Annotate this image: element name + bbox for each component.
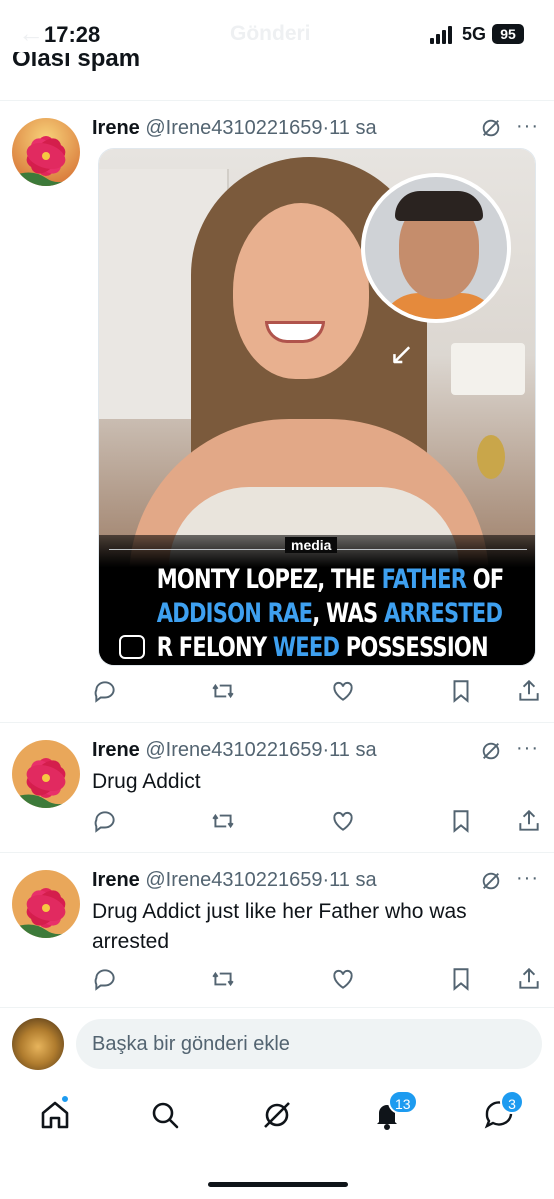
like-icon[interactable] xyxy=(330,678,356,704)
home-icon[interactable] xyxy=(38,1094,72,1132)
more-options-icon[interactable]: ··· xyxy=(516,737,539,760)
share-icon[interactable] xyxy=(516,808,542,834)
media-lamp-base xyxy=(477,435,505,479)
divider xyxy=(0,100,554,101)
media-inset-portrait xyxy=(361,173,511,323)
repost-icon[interactable] xyxy=(210,678,236,704)
reply-icon[interactable] xyxy=(92,966,118,992)
network-type: 5G xyxy=(462,24,487,44)
post-actions xyxy=(92,808,542,838)
repost-icon[interactable] xyxy=(210,966,236,992)
home-notification-dot xyxy=(60,1094,70,1104)
post-time: 11 sa xyxy=(329,117,377,139)
avatar[interactable] xyxy=(12,118,80,186)
post-time: 11 sa xyxy=(329,869,377,891)
grok-icon[interactable] xyxy=(480,117,502,139)
headline-highlight: ADDISON RAE xyxy=(156,598,313,629)
media-person-face xyxy=(233,203,369,379)
bottom-tab-bar: 13 3 xyxy=(0,1086,554,1156)
like-icon[interactable] xyxy=(330,808,356,834)
messages-badge: 3 xyxy=(500,1090,524,1114)
author-handle[interactable]: @Irene4310221659 xyxy=(145,117,322,139)
media-brand: media xyxy=(285,537,338,553)
home-indicator xyxy=(208,1182,348,1187)
battery-level: 95 xyxy=(492,24,524,44)
media-headline: MONTY LOPEZ, THE FATHER OF ADDISON RAE, … xyxy=(156,563,504,665)
divider xyxy=(0,852,554,853)
share-icon[interactable] xyxy=(516,678,542,704)
inset-hair xyxy=(395,191,483,221)
media-caption: media MONTY LOPEZ, THE FATHER OF ADDISON… xyxy=(99,535,535,665)
grok-icon[interactable] xyxy=(480,870,502,892)
author-name[interactable]: Irene xyxy=(92,869,140,891)
author-name[interactable]: Irene xyxy=(92,739,140,761)
bell-icon[interactable]: 13 xyxy=(370,1090,418,1132)
post-media-image[interactable]: ↙ media MONTY LOPEZ, THE FATHER OF ADDIS… xyxy=(98,148,536,666)
more-options-icon[interactable]: ··· xyxy=(516,115,539,138)
media-lamp xyxy=(451,343,525,395)
compose-bar: Başka bir gönderi ekle xyxy=(0,1008,554,1086)
author-handle[interactable]: @Irene4310221659 xyxy=(145,869,322,891)
reply-icon[interactable] xyxy=(92,808,118,834)
lens-icon[interactable] xyxy=(119,635,145,659)
status-time: 17:28 xyxy=(44,22,101,47)
messages-icon[interactable]: 3 xyxy=(482,1090,524,1132)
post-header: Irene @Irene4310221659·11 sa xyxy=(92,869,377,892)
search-icon[interactable] xyxy=(148,1098,182,1132)
back-arrow-icon[interactable]: ← xyxy=(18,18,44,49)
more-options-icon[interactable]: ··· xyxy=(516,867,539,890)
headline-highlight: WEED xyxy=(272,632,340,663)
author-handle[interactable]: @Irene4310221659 xyxy=(145,739,322,761)
headline-text: R FELONY xyxy=(156,632,273,663)
grok-tab-icon[interactable] xyxy=(260,1098,294,1132)
page-title: Gönderi xyxy=(230,22,311,45)
reply-icon[interactable] xyxy=(92,678,118,704)
headline-text: OF xyxy=(466,564,505,595)
avatar[interactable] xyxy=(12,740,80,808)
repost-icon[interactable] xyxy=(210,808,236,834)
bookmark-icon[interactable] xyxy=(448,678,474,704)
arrow-icon: ↙ xyxy=(389,338,415,371)
notifications-badge: 13 xyxy=(388,1090,418,1114)
like-icon[interactable] xyxy=(330,966,356,992)
headline-text: POSSESSION xyxy=(339,632,489,663)
author-name[interactable]: Irene xyxy=(92,117,140,139)
headline-text: , WAS xyxy=(312,598,384,629)
signal-icon xyxy=(430,26,456,44)
post-text: Drug Addict just like her Father who was… xyxy=(92,900,467,953)
reply-input[interactable]: Başka bir gönderi ekle xyxy=(76,1019,542,1069)
headline-highlight: ARRESTED xyxy=(383,598,503,629)
post-header: Irene @Irene4310221659·11 sa xyxy=(92,117,377,140)
divider xyxy=(0,722,554,723)
bookmark-icon[interactable] xyxy=(448,966,474,992)
share-icon[interactable] xyxy=(516,966,542,992)
bookmark-icon[interactable] xyxy=(448,808,474,834)
headline-text: MONTY LOPEZ, THE xyxy=(156,564,382,595)
avatar[interactable] xyxy=(12,870,80,938)
post-actions xyxy=(92,678,542,708)
headline-highlight: FATHER xyxy=(381,564,467,595)
post-text: Drug Addict xyxy=(92,770,201,793)
post-time: 11 sa xyxy=(329,739,377,761)
post-header: Irene @Irene4310221659·11 sa xyxy=(92,739,377,762)
section-header: Olası spam xyxy=(12,52,141,72)
grok-icon[interactable] xyxy=(480,740,502,762)
user-avatar[interactable] xyxy=(12,1018,64,1070)
post-actions xyxy=(92,966,542,996)
